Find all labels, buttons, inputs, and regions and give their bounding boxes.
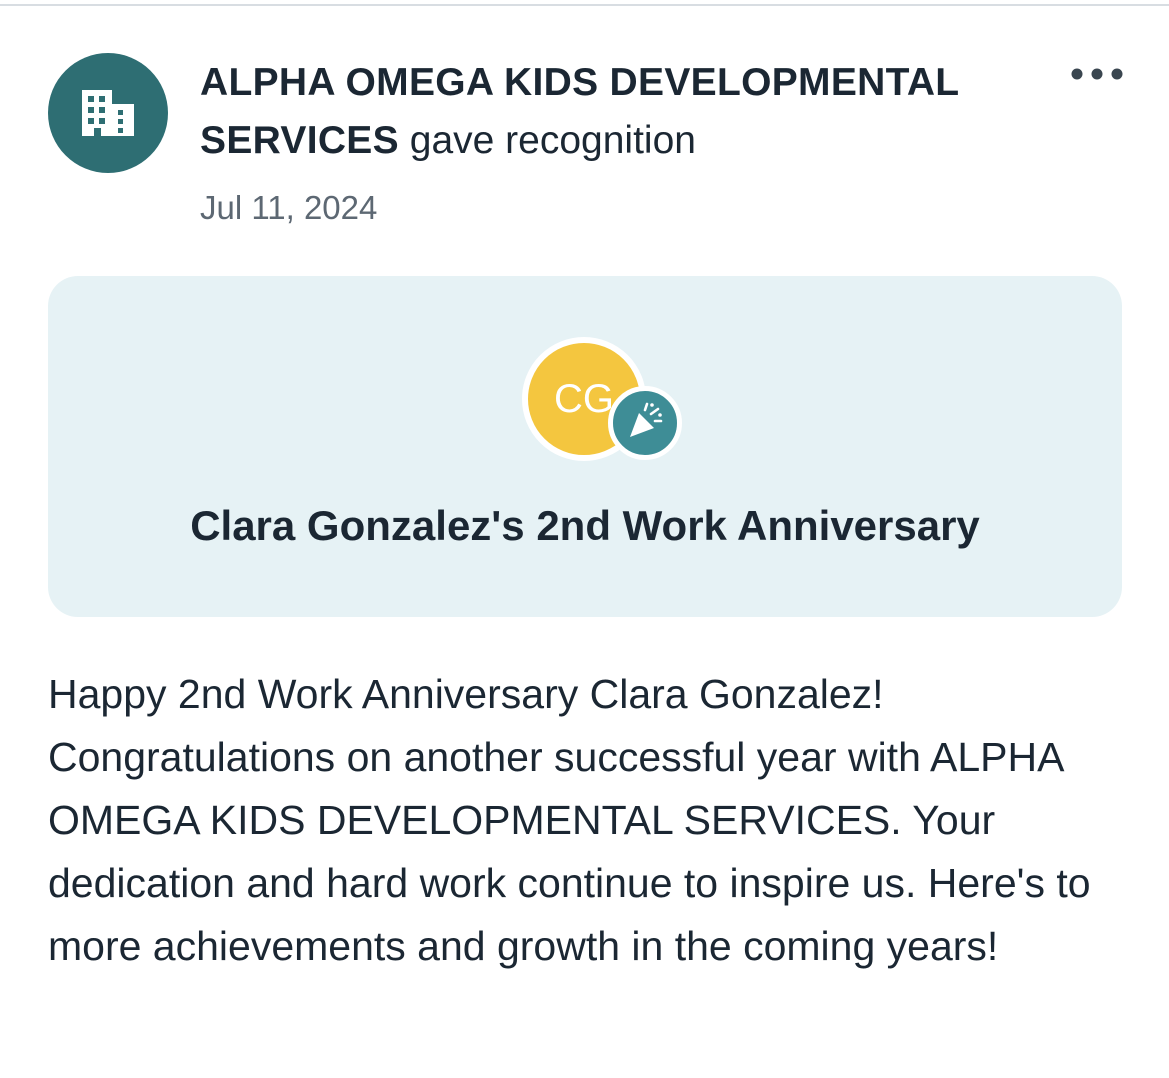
recipient-initials: CG	[554, 376, 614, 421]
party-popper-icon	[625, 401, 665, 446]
celebration-badge	[608, 386, 682, 460]
post-header: ALPHA OMEGA KIDS DEVELOPMENTAL SERVICES …	[200, 54, 1030, 170]
recognition-title: Clara Gonzalez's 2nd Work Anniversary	[190, 502, 980, 549]
more-horizontal-icon	[1070, 67, 1124, 86]
post-message: Happy 2nd Work Anniversary Clara Gonzale…	[48, 671, 1091, 969]
post-date: Jul 11, 2024	[200, 189, 378, 226]
recognition-card[interactable]: CG Clara Gonzalez's 2nd Work Anniversary	[48, 276, 1122, 617]
post-action-text: gave recognition	[409, 119, 696, 162]
organization-avatar[interactable]	[48, 53, 168, 173]
top-divider	[0, 4, 1169, 6]
building-icon	[80, 88, 136, 138]
more-options-button[interactable]	[1066, 58, 1128, 94]
